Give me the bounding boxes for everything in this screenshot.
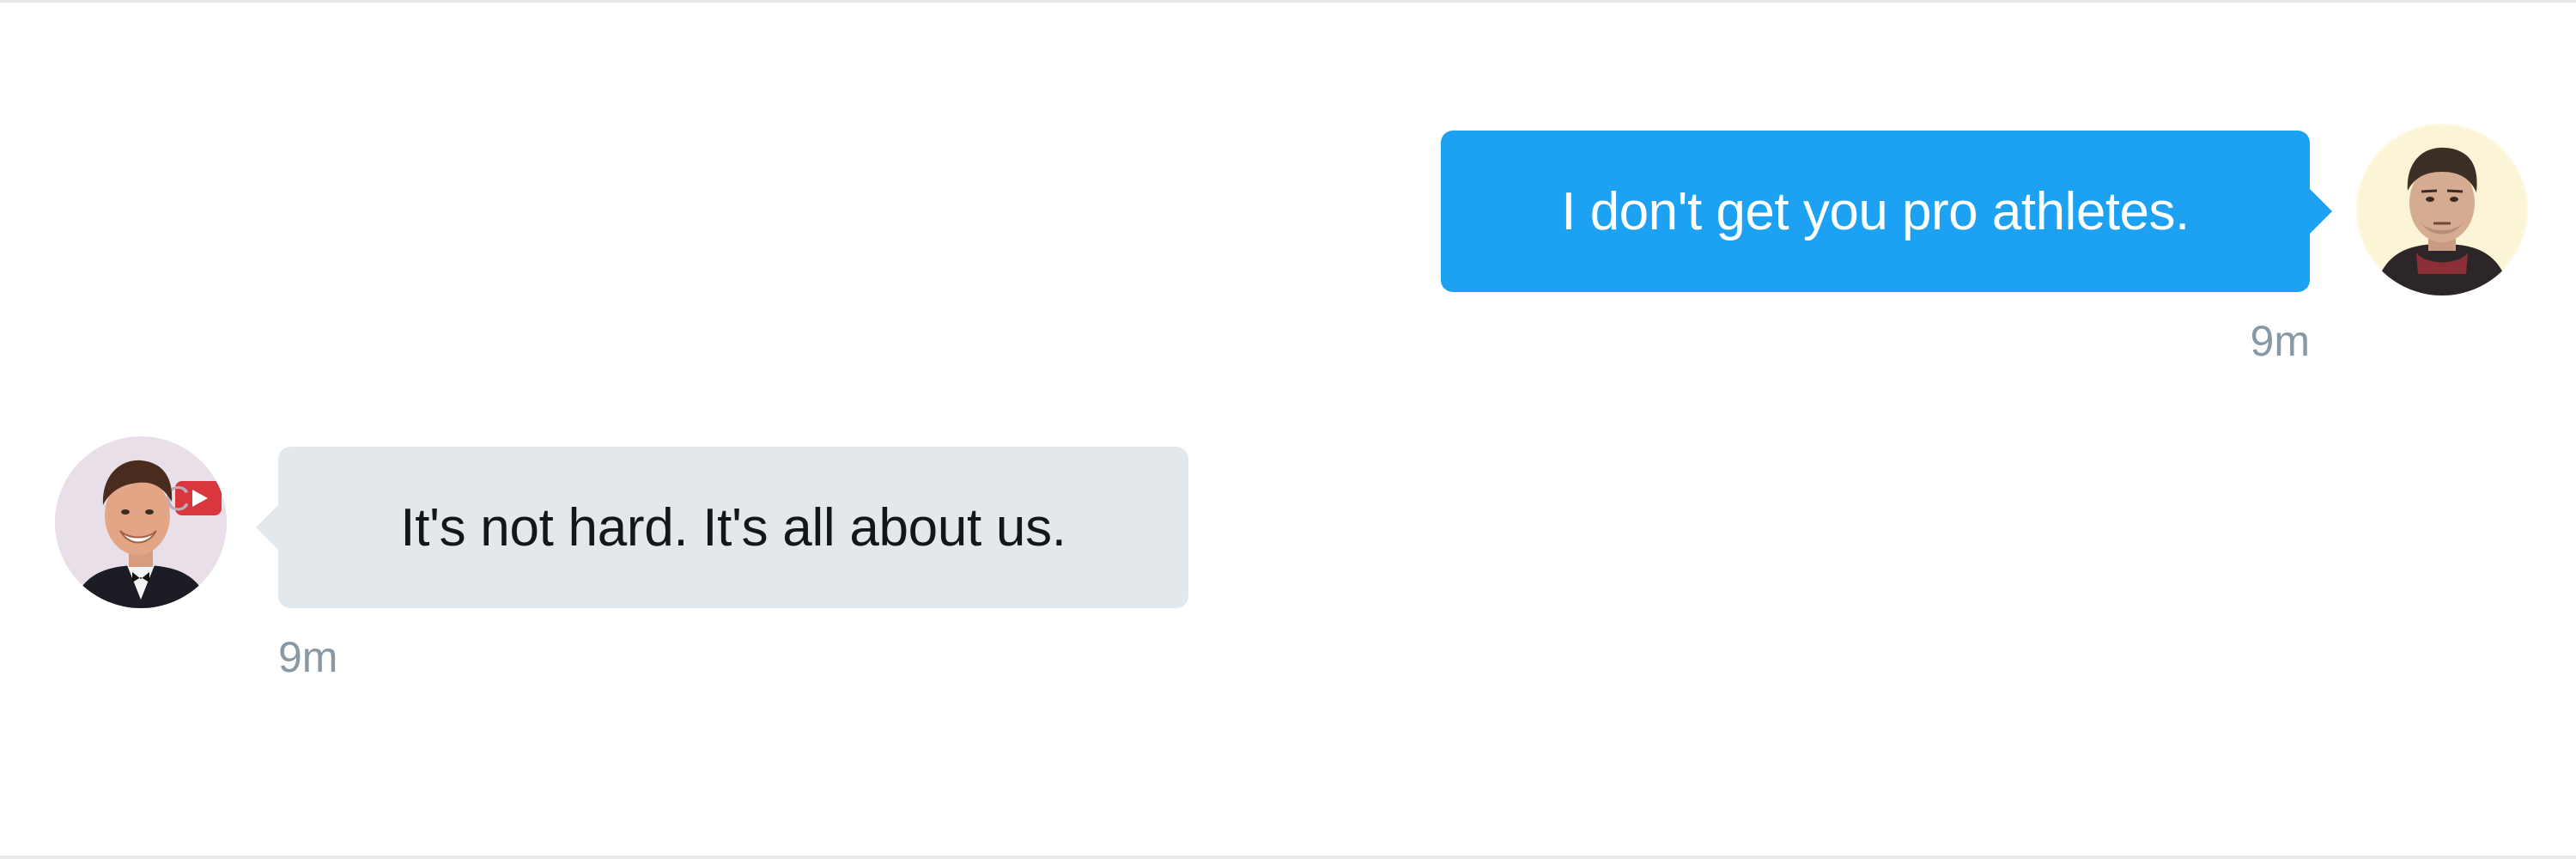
contact-avatar-icon[interactable]: C — [55, 436, 227, 608]
dm-conversation: I don't get you pro athletes. 9m C It's … — [0, 0, 2576, 859]
top-divider — [0, 0, 2576, 3]
outgoing-message-timestamp: 9m — [2250, 317, 2310, 365]
outgoing-message-text: I don't get you pro athletes. — [1561, 181, 2190, 241]
incoming-message-text: It's not hard. It's all about us. — [400, 497, 1066, 557]
user-avatar-icon — [2356, 124, 2528, 295]
bottom-divider — [0, 856, 2576, 859]
incoming-message-timestamp: 9m — [278, 633, 338, 681]
outgoing-message-bubble[interactable]: I don't get you pro athletes. — [1441, 131, 2332, 292]
incoming-message-bubble[interactable]: It's not hard. It's all about us. — [256, 447, 1188, 608]
user-avatar-icon[interactable] — [2356, 124, 2528, 295]
contact-avatar-icon: C — [55, 436, 227, 608]
